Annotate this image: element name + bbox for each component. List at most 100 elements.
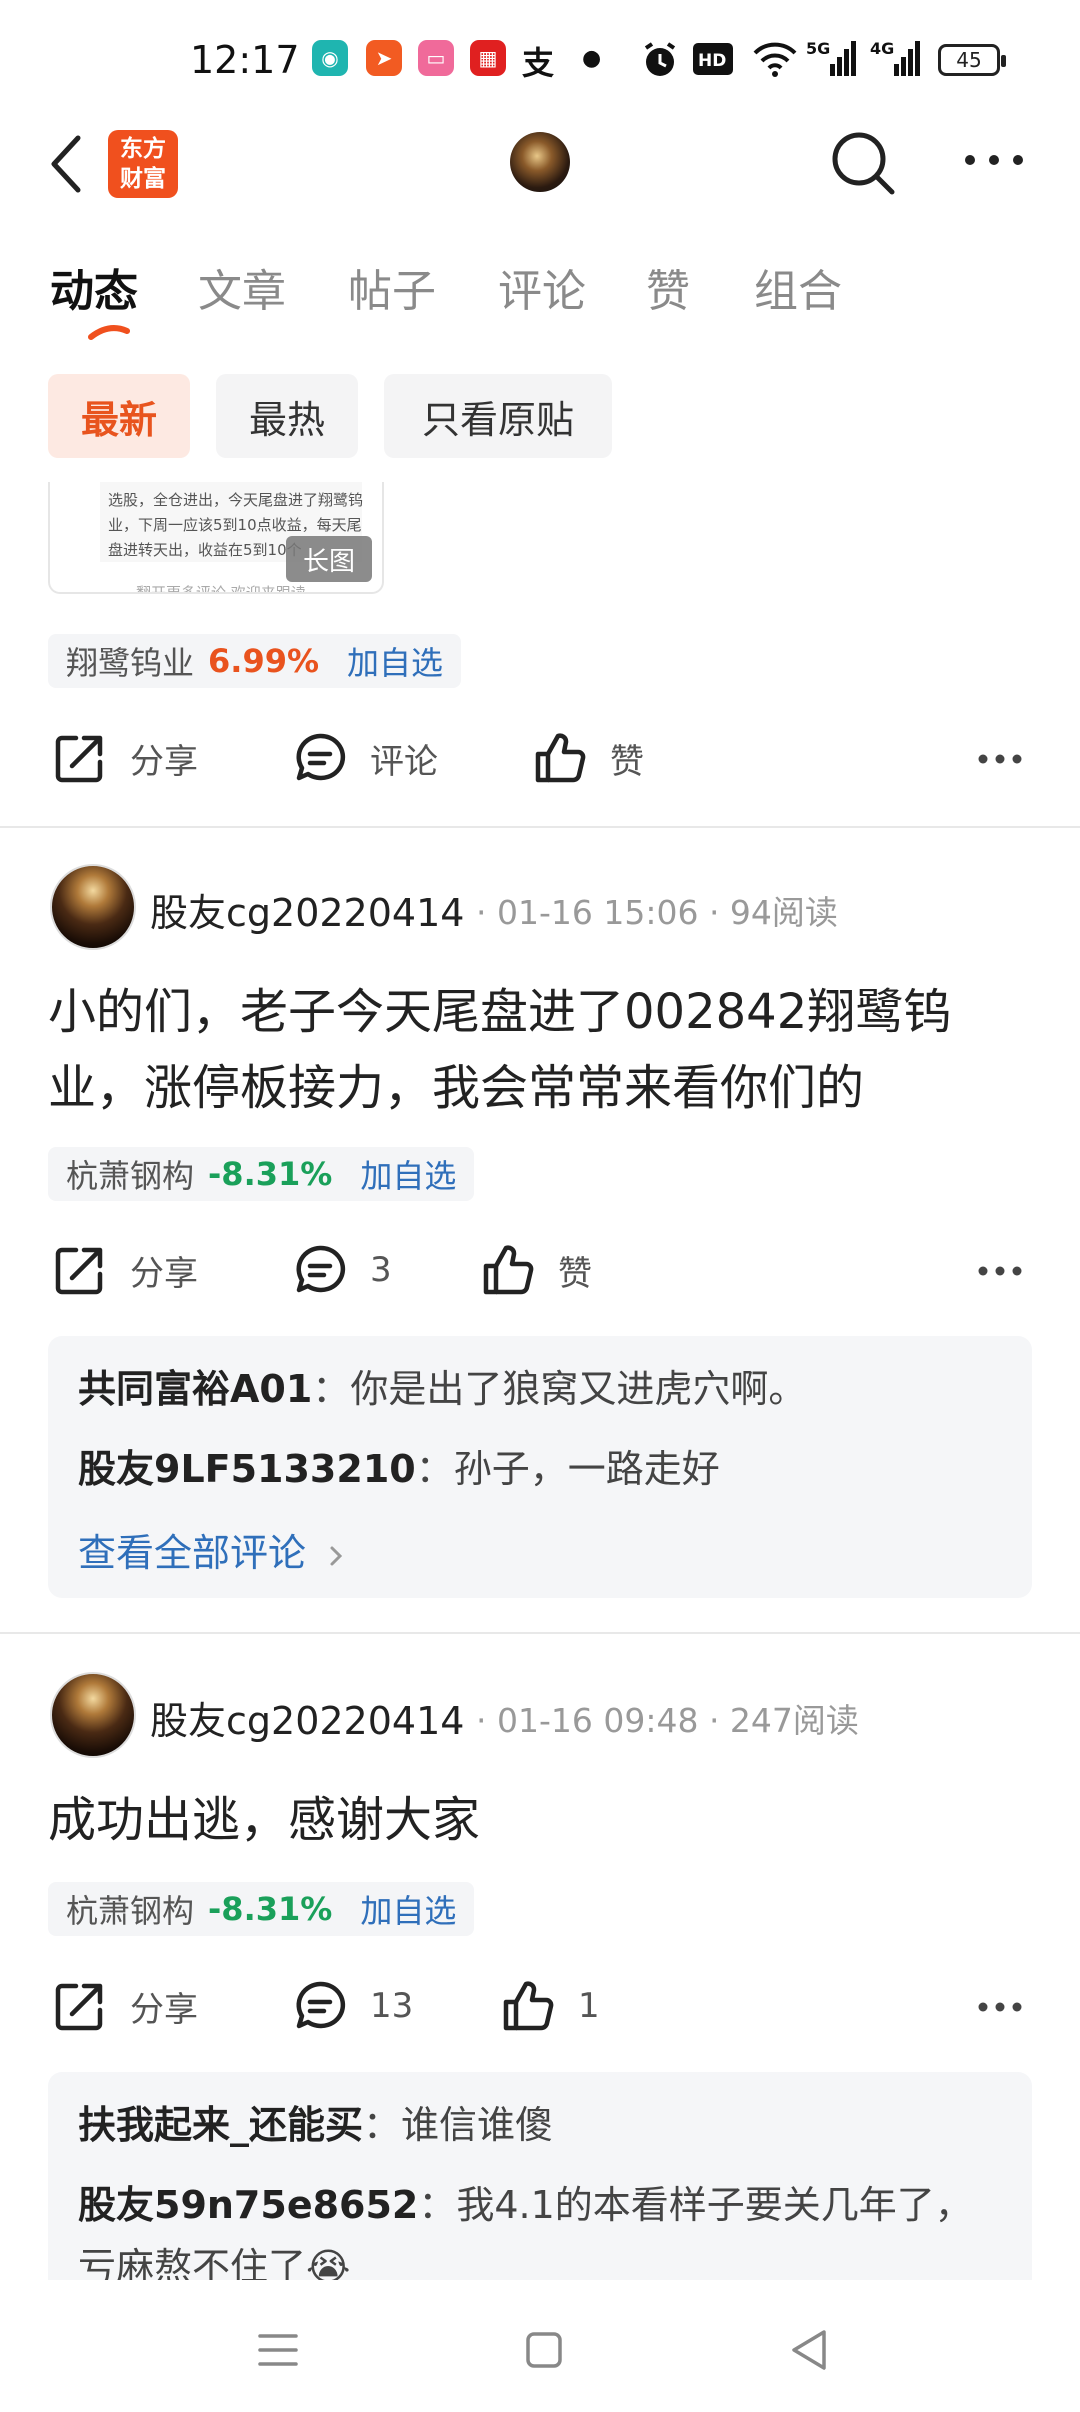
like-label: 赞 (558, 1253, 592, 1294)
comment-button[interactable]: 3 (292, 1242, 392, 1298)
tab-articles[interactable]: 文章 (198, 255, 286, 319)
back-icon[interactable] (44, 132, 88, 196)
comment-text: 谁信谁傻 (401, 2103, 554, 2147)
thumbs-up-icon (483, 1245, 534, 1295)
post-body[interactable]: 小的们，老子今天尾盘进了002842翔鹭钨业，涨停板接力，我会常常来看你们的 (48, 974, 1038, 1126)
paper-plane-app-icon: ➤ (366, 40, 402, 76)
share-icon (55, 735, 103, 783)
post-body[interactable]: 成功出逃，感谢大家 (48, 1782, 1038, 1858)
thumbs-up-icon (503, 1981, 554, 2031)
share-label: 分享 (130, 1989, 198, 2030)
comment-author[interactable]: 股友59n75e8652 (78, 2183, 418, 2227)
stock-name: 杭萧钢构 (66, 1157, 195, 1195)
grid-app-icon: ▦ (470, 40, 506, 76)
share-button[interactable]: 分享 (52, 730, 198, 786)
comment-text: 你是出了狼窝又进虎穴啊。 (350, 1367, 807, 1411)
tab-likes[interactable]: 赞 (646, 255, 690, 319)
comment-author[interactable]: 扶我起来_还能买 (78, 2103, 363, 2147)
add-watchlist-button[interactable]: 加自选 (347, 638, 443, 684)
author-name[interactable]: 股友cg20220414 (150, 1690, 464, 1745)
post-divider (0, 1632, 1080, 1634)
share-icon (55, 1983, 103, 2031)
share-label: 分享 (130, 741, 198, 782)
stock-tag[interactable]: 杭萧钢构 -8.31% 加自选 (48, 1147, 475, 1201)
add-watchlist-button[interactable]: 加自选 (360, 1886, 456, 1932)
filter-original-only[interactable]: 只看原贴 (384, 374, 612, 458)
user-avatar[interactable] (510, 132, 570, 192)
like-button[interactable]: 赞 (480, 1242, 592, 1298)
stock-change: -8.31% (208, 1155, 333, 1193)
battery-icon: 45 (938, 44, 1006, 76)
hd-icon: HD (693, 43, 733, 75)
post-divider (0, 826, 1080, 828)
share-label: 分享 (130, 1253, 198, 1294)
comment-icon (296, 733, 346, 781)
stock-tag[interactable]: 杭萧钢构 -8.31% 加自选 (48, 1882, 475, 1936)
alipay-icon: 支 (522, 44, 555, 82)
comment-author[interactable]: 共同富裕A01 (78, 1367, 312, 1411)
home-icon[interactable] (514, 2320, 574, 2380)
tab-active-indicator (88, 325, 130, 340)
share-icon (55, 1247, 103, 1295)
menu-icon[interactable] (248, 2320, 308, 2380)
svg-text:HD: HD (698, 51, 726, 71)
tab-posts[interactable]: 帖子 (348, 255, 436, 319)
author-avatar[interactable] (50, 1672, 136, 1758)
like-count: 1 (578, 1986, 600, 2026)
tab-comments[interactable]: 评论 (498, 255, 586, 319)
svg-text:4G: 4G (870, 39, 894, 58)
comment-text: 孙子，一路走好 (453, 1447, 720, 1491)
post-meta: · 01-16 09:48 · 247阅读 (476, 1701, 859, 1740)
app-logo[interactable]: 东方 财富 (108, 130, 178, 198)
post-more-icon[interactable] (978, 2000, 1022, 2014)
comment-separator: ： (363, 2103, 402, 2147)
post-more-icon[interactable] (978, 752, 1022, 766)
post-more-icon[interactable] (978, 1264, 1022, 1278)
thumbnail-footer: 翻开更多评论 欢迎来跟读 (136, 584, 306, 594)
chevron-right-icon (330, 1546, 343, 1565)
author-avatar[interactable] (50, 864, 136, 950)
tab-dynamics[interactable]: 动态 (50, 255, 138, 319)
search-icon[interactable] (828, 128, 898, 198)
stock-change: -8.31% (208, 1890, 333, 1928)
filter-hottest[interactable]: 最热 (216, 374, 358, 458)
comment-count: 3 (370, 1250, 392, 1290)
comment-button[interactable]: 13 (292, 1978, 413, 2034)
wifi-icon (753, 42, 797, 77)
stock-name: 翔鹭钨业 (66, 644, 195, 682)
comment-count: 13 (370, 1986, 414, 2026)
view-all-label: 查看全部评论 (78, 1531, 307, 1575)
author-name[interactable]: 股友cg20220414 (150, 882, 464, 937)
like-button[interactable]: 1 (500, 1978, 600, 2034)
more-icon[interactable] (962, 140, 1026, 180)
stock-tag[interactable]: 翔鹭钨业 6.99% 加自选 (48, 634, 462, 688)
comment-item[interactable]: 共同富裕A01：你是出了狼窝又进虎穴啊。 (78, 1358, 1008, 1420)
tab-portfolio[interactable]: 组合 (754, 255, 842, 319)
svg-text:5G: 5G (806, 39, 830, 58)
status-bar: 12:17 ◉ ➤ ▭ ▦ 支 ● HD 5G 4G 45 (0, 0, 1080, 120)
share-button[interactable]: 分享 (52, 1242, 198, 1298)
dot-icon: ● (582, 46, 602, 71)
comments-preview: 共同富裕A01：你是出了狼窝又进虎穴啊。 股友9LF5133210：孙子，一路走… (48, 1336, 1032, 1598)
stock-name: 杭萧钢构 (66, 1892, 195, 1930)
comment-icon (296, 1245, 346, 1293)
system-nav-bar (0, 2280, 1080, 2412)
comment-label: 评论 (370, 741, 438, 782)
filter-latest[interactable]: 最新 (48, 374, 190, 458)
comment-button[interactable]: 评论 (292, 730, 438, 786)
comment-separator: ： (418, 2183, 457, 2227)
comment-author[interactable]: 股友9LF5133210 (78, 1447, 416, 1491)
status-time: 12:17 (190, 38, 300, 82)
back-nav-icon[interactable] (780, 2320, 840, 2380)
comment-item[interactable]: 扶我起来_还能买：谁信谁傻 (78, 2094, 1008, 2156)
comments-preview: 扶我起来_还能买：谁信谁傻 股友59n75e8652：我4.1的本看样子要关几年… (48, 2072, 1032, 2312)
share-button[interactable]: 分享 (52, 1978, 198, 2034)
like-button[interactable]: 赞 (532, 730, 644, 786)
add-watchlist-button[interactable]: 加自选 (360, 1151, 456, 1197)
comment-item[interactable]: 股友9LF5133210：孙子，一路走好 (78, 1438, 1008, 1500)
comment-separator: ： (415, 1447, 454, 1491)
comment-icon (296, 1981, 346, 2029)
like-label: 赞 (610, 741, 644, 782)
stock-change: 6.99% (208, 642, 320, 680)
view-all-comments-link[interactable]: 查看全部评论 (78, 1522, 346, 1577)
